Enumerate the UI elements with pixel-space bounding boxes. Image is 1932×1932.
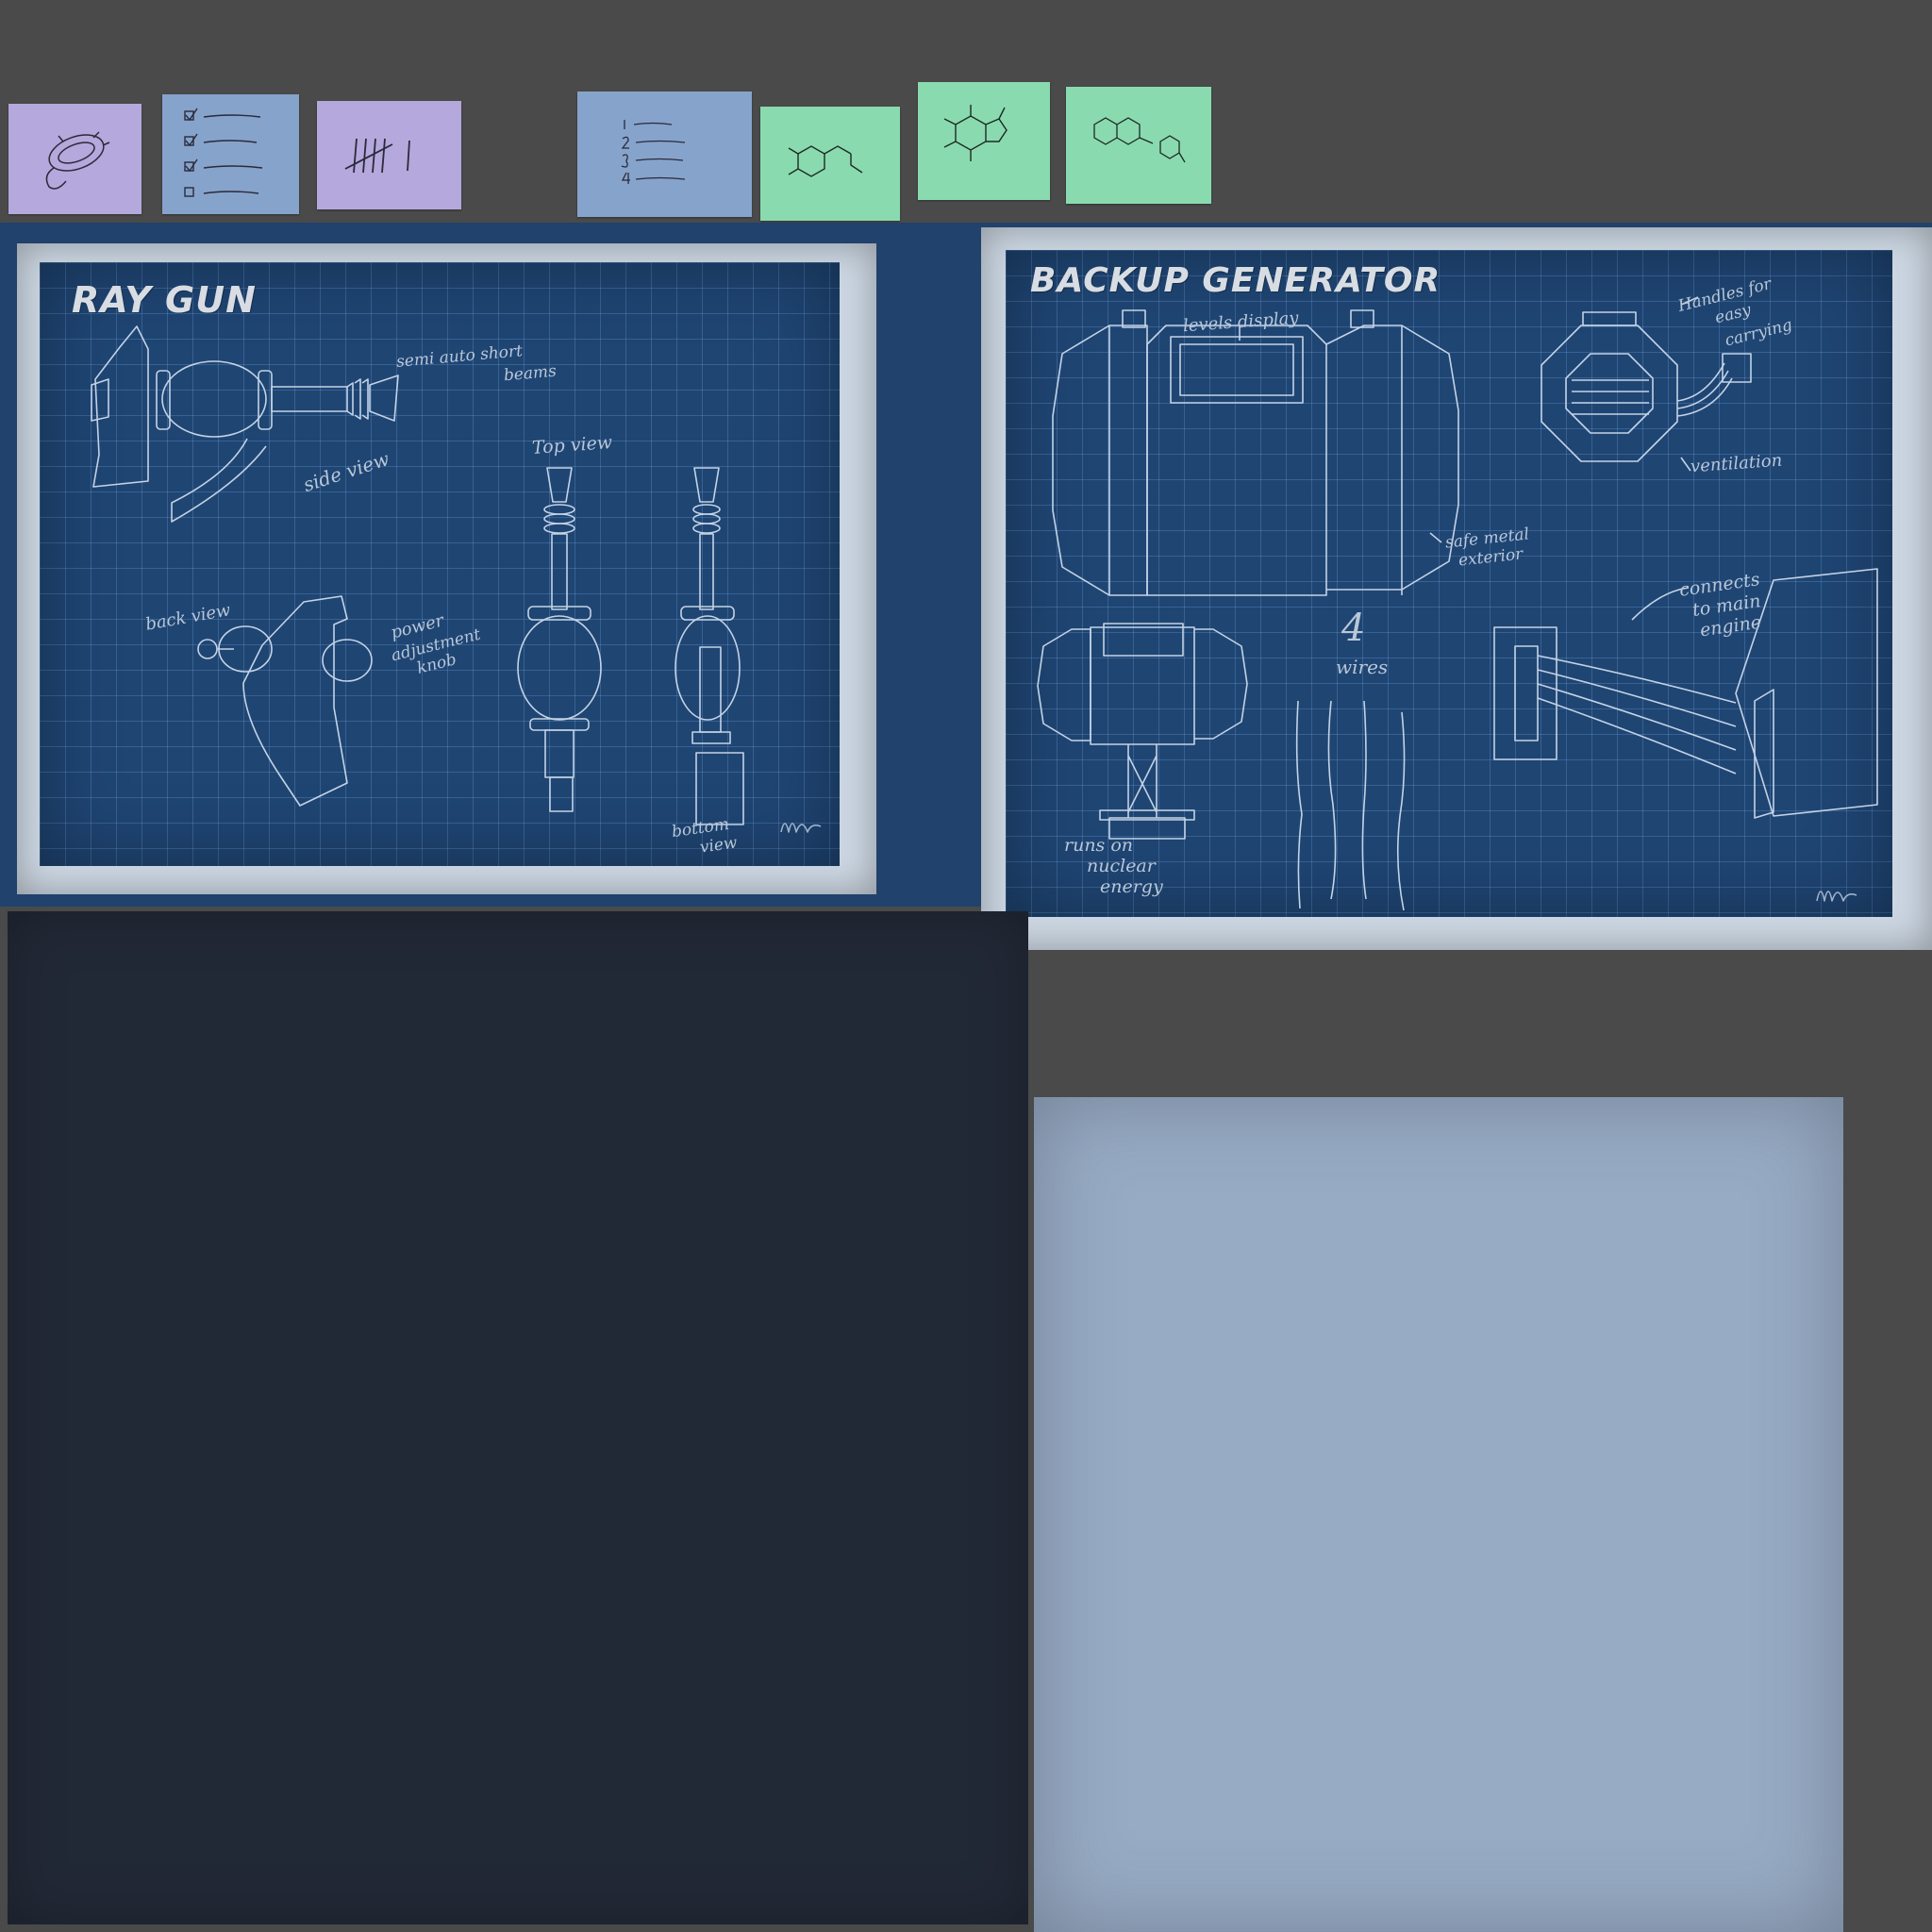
annotation-runs-line3: energy	[1100, 876, 1163, 897]
generator-blueprint: BACKUP GENERATOR levels display Handles …	[1006, 250, 1892, 917]
annotation-runs-line1: runs on	[1064, 835, 1134, 856]
annotation-runs-line2: nuclear	[1087, 856, 1156, 876]
annotation-wires-label: wires	[1336, 656, 1389, 678]
generator-blueprint-card[interactable]: BACKUP GENERATOR levels display Handles …	[981, 227, 1932, 950]
sticky-note-flavonoid[interactable]	[1066, 87, 1211, 204]
annotation-wires-count: 4	[1341, 607, 1366, 650]
numbered-list-icon	[621, 120, 686, 184]
light-panel	[1034, 1097, 1843, 1932]
bacterium-doodle-icon	[45, 131, 110, 190]
flavonoid-molecule-icon	[1093, 117, 1186, 163]
sticky-note-checklist[interactable]	[162, 94, 299, 214]
ray-gun-blueprint-card[interactable]: RAY GUN semi auto short beams side view …	[17, 243, 876, 894]
sticky-note-bacterium[interactable]	[8, 104, 142, 214]
caffeine-molecule-icon	[943, 105, 1008, 161]
ray-gun-blueprint: RAY GUN semi auto short beams side view …	[40, 262, 840, 866]
dopamine-molecule-icon	[788, 145, 863, 177]
sticky-note-dopamine[interactable]	[760, 107, 900, 221]
tally-marks-icon	[344, 138, 410, 174]
checklist-icon	[184, 108, 263, 197]
sticky-note-tally[interactable]	[317, 101, 461, 209]
sticky-note-numbered-list[interactable]	[577, 92, 752, 217]
dark-panel	[8, 911, 1028, 1924]
sticky-note-caffeine[interactable]	[918, 82, 1050, 200]
